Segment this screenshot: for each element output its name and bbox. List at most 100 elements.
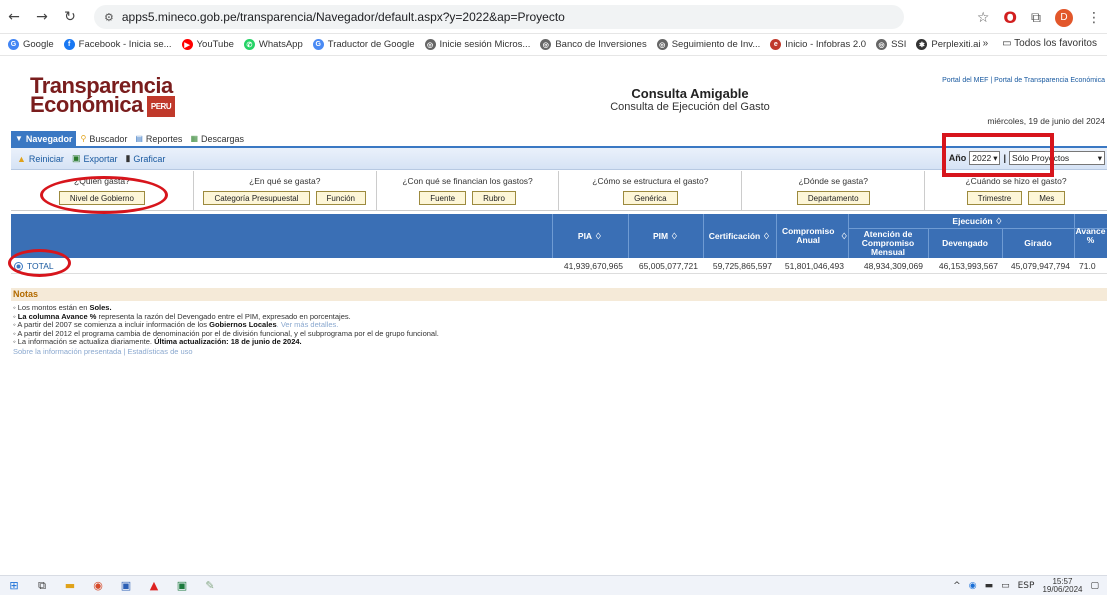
excel-icon[interactable]: ▣ [168, 579, 196, 592]
bookmark-item[interactable]: ▶ YouTube [181, 39, 234, 50]
filter-button[interactable]: Trimestre [966, 191, 1023, 205]
battery-icon[interactable]: ▬ [985, 581, 994, 591]
download-icon: ▦ [190, 134, 198, 143]
back-icon[interactable]: ← [0, 9, 28, 25]
bookmark-item[interactable]: ◎ Seguimiento de Inv... [656, 39, 760, 50]
bookmark-star-icon[interactable]: ☆ [977, 10, 990, 26]
excel-icon: ▣ [71, 153, 81, 163]
col-atencion-compromiso[interactable]: Atención de Compromiso Mensual [848, 229, 928, 258]
filter-column: ¿Con qué se financian los gastos? Fuente R… [377, 171, 560, 210]
all-favorites-button[interactable]: ▭ Todos los favoritos [1002, 38, 1097, 49]
windows-start-icon[interactable]: ⊞ [0, 579, 28, 592]
filter-funnel-icon: ♢ [994, 215, 1003, 226]
bookmark-item[interactable]: f Facebook - Inicia se... [63, 39, 172, 50]
chrome-icon[interactable]: ◉ [84, 579, 112, 592]
browser-toolbar: ← → ↻ ⚙ apps5.mineco.gob.pe/transparenci… [0, 0, 1107, 34]
note-item: ◦ La información se actualiza diariament… [13, 337, 302, 347]
filter-button[interactable]: Fuente [419, 191, 467, 205]
chevron-down-icon: ▾ [1097, 152, 1102, 163]
word-icon[interactable]: ▣ [112, 579, 140, 592]
cell-pim: 65,005,077,721 [638, 261, 698, 271]
info-link[interactable]: Sobre la información presentada [13, 347, 121, 356]
bookmark-item[interactable]: ✱ Perplexiti.ai [916, 39, 980, 50]
tab-descargas[interactable]: ▦ Descargas [186, 131, 248, 146]
chart-icon: ▮ [125, 153, 131, 163]
forward-icon[interactable]: → [28, 9, 56, 25]
exportar-button[interactable]: ▣ Exportar [72, 153, 118, 164]
annotation-ellipse-total [8, 249, 71, 277]
chevron-up-icon[interactable]: ^ [953, 581, 961, 591]
language-indicator[interactable]: ESP [1018, 581, 1035, 591]
report-icon: ▤ [135, 134, 143, 143]
col-devengado[interactable]: Devengado [928, 229, 1002, 258]
tab-navegador[interactable]: ▼ Navegador [11, 131, 77, 146]
bookmark-favicon-icon: f [63, 39, 75, 50]
browser-actions: ☆ O ⧉ D ⋮ [977, 8, 1101, 27]
bookmark-item[interactable]: ✆ WhatsApp [243, 39, 303, 50]
stats-link[interactable]: Estadísticas de uso [128, 347, 193, 356]
filter-button[interactable]: Mes [1028, 191, 1066, 205]
filter-button[interactable]: Categoría Presupuestal [203, 191, 310, 205]
file-explorer-icon[interactable]: ▬ [56, 579, 84, 592]
col-pim[interactable]: PIM ♢ [628, 214, 703, 258]
notification-icon[interactable]: ▢ [1090, 581, 1099, 591]
site-info-icon[interactable]: ⚙ [104, 11, 114, 24]
col-ejecucion-group[interactable]: Ejecución ♢ [848, 214, 1107, 228]
filter-funnel-icon: ♢ [594, 230, 603, 241]
annotation-ellipse-nivel [40, 176, 168, 214]
filter-button[interactable]: Función [315, 191, 366, 205]
cell-atencion: 48,934,309,069 [863, 261, 923, 271]
bookmark-item[interactable]: ◎ Banco de Inversiones [540, 39, 647, 50]
more-bookmarks-button[interactable]: » [983, 38, 989, 49]
extensions-puzzle-icon[interactable]: ⧉ [1031, 10, 1041, 26]
site-logo[interactable]: Transparencia Económica PERU [30, 75, 176, 117]
pdf-icon[interactable]: ▲ [140, 579, 168, 592]
page-title-block: Consulta Amigable Consulta de Ejecución … [590, 86, 790, 113]
extension-icon[interactable]: O [1003, 8, 1017, 27]
bookmark-item[interactable]: G Traductor de Google [312, 39, 415, 50]
bookmark-favicon-icon: G [8, 39, 19, 50]
filter-button[interactable]: Rubro [472, 191, 516, 205]
col-compromiso-anual[interactable]: Compromiso Anual ♢ [776, 214, 848, 258]
filter-question: ¿Con qué se financian los gastos? [402, 175, 533, 186]
bookmark-item[interactable]: ◎ Inicie sesión Micros... [424, 39, 530, 50]
system-tray: ^ ◉ ▬ ▭ ESP 15:57 19/06/2024 ▢ [953, 578, 1099, 594]
filter-button[interactable]: Genérica [623, 191, 678, 205]
page-subtitle: Consulta de Ejecución del Gasto [610, 101, 770, 113]
task-view-icon[interactable]: ⧉ [28, 579, 56, 593]
bookmarks-bar: G Google f Facebook - Inicia se... ▶ YouTube ✆… [0, 34, 1107, 56]
reiniciar-button[interactable]: ▲ Reiniciar [17, 154, 64, 164]
col-avance[interactable]: Avance % [1074, 214, 1107, 258]
filter-button[interactable]: Departamento [796, 191, 870, 205]
col-pia[interactable]: PIA ♢ [552, 214, 628, 258]
col-girado[interactable]: Girado [1002, 229, 1074, 258]
paint-icon[interactable]: ✎ [196, 579, 224, 592]
bookmark-favicon-icon: ◎ [540, 39, 552, 50]
bookmark-item[interactable]: e Inicio - Infobras 2.0 [770, 39, 866, 50]
menu-kebab-icon[interactable]: ⋮ [1087, 10, 1101, 26]
bookmark-favicon-icon: ◎ [656, 39, 668, 50]
bookmark-item[interactable]: G Google [8, 39, 54, 50]
bookmark-item[interactable]: ◎ SSI [876, 39, 906, 50]
logo-line2: Económica [30, 92, 143, 117]
address-bar[interactable]: ⚙ apps5.mineco.gob.pe/transparencia/Nave… [94, 5, 904, 29]
network-icon[interactable]: ▭ [1001, 581, 1010, 591]
reload-icon[interactable]: ↻ [56, 9, 84, 25]
cell-certificacion: 59,725,865,597 [712, 261, 772, 271]
bookmark-favicon-icon: ◎ [876, 39, 888, 50]
notes-footer: Sobre la información presentada | Estadí… [13, 346, 193, 356]
tab-reportes[interactable]: ▤ Reportes [131, 131, 186, 146]
graficar-button[interactable]: ▮ Graficar [125, 153, 165, 164]
filter-panel: ¿Quién gasta? Nivel de Gobierno ¿En qué se… [11, 171, 1107, 211]
table-row-total[interactable]: TOTAL 41,939,670,965 65,005,077,721 59,7… [11, 259, 1107, 274]
app-tray-icon[interactable]: ◉ [969, 581, 977, 591]
filter-funnel-icon: ♢ [840, 230, 848, 241]
url-text: apps5.mineco.gob.pe/transparencia/Navega… [121, 10, 565, 24]
top-portal-links[interactable]: Portal del MEF | Portal de Transparencia… [942, 77, 1105, 84]
navigator-icon: ▼ [15, 134, 23, 143]
clock[interactable]: 15:57 19/06/2024 [1042, 578, 1082, 594]
tab-buscador[interactable]: ⚲ Buscador [76, 131, 131, 146]
col-certificacion[interactable]: Certificación ♢ [703, 214, 776, 258]
profile-avatar[interactable]: D [1055, 8, 1073, 27]
taskbar: ⊞ ⧉ ▬ ◉ ▣ ▲ ▣ ✎ ^ ◉ ▬ ▭ ESP 15:57 19/06/… [0, 575, 1107, 595]
